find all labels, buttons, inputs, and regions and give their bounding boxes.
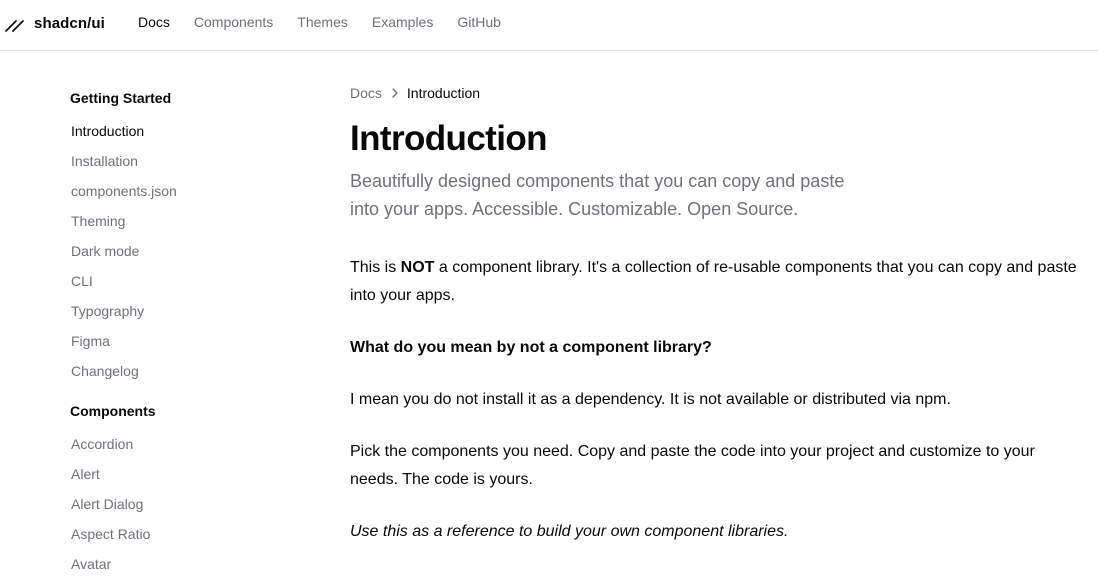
sidebar-list-components: Accordion Alert Alert Dialog Aspect Rati… [70,430,310,580]
sidebar-item-installation[interactable]: Installation [70,153,138,169]
sidebar-section-getting-started: Getting Started [70,90,172,106]
nav-examples[interactable]: Examples [372,13,433,31]
intro-text-after: a component library. It's a collection o… [350,259,1077,304]
sidebar-item-avatar[interactable]: Avatar [70,556,111,572]
sidebar-item-alert-dialog[interactable]: Alert Dialog [70,496,143,512]
site-header: shadcn/ui Docs Components Themes Example… [0,0,1098,51]
sidebar-item-alert[interactable]: Alert [70,466,100,482]
sidebar-item-components-json[interactable]: components.json [70,183,177,199]
intro-paragraph: This is NOT a component library. It's a … [350,254,1080,310]
docs-sidebar: Getting Started Introduction Installatio… [70,51,310,581]
sidebar-item-dark-mode[interactable]: Dark mode [70,243,139,259]
page-title: Introduction [350,119,548,158]
faq-answer-paragraph: I mean you do not install it as a depend… [350,391,951,408]
faq-question: What do you mean by not a component libr… [350,339,712,356]
sidebar-item-typography[interactable]: Typography [70,303,144,319]
nav-components[interactable]: Components [194,13,273,31]
sidebar-item-changelog[interactable]: Changelog [70,363,139,379]
brand-logo-link[interactable]: shadcn/ui [4,12,105,34]
nav-themes[interactable]: Themes [297,13,348,31]
intro-text-before: This is [350,259,401,276]
breadcrumb-current: Introduction [406,85,481,101]
sidebar-item-cli[interactable]: CLI [70,273,93,289]
intro-emphasis: NOT [400,259,435,276]
slash-logo-icon [4,13,24,33]
breadcrumb-docs-link[interactable]: Docs [350,85,382,101]
brand-name: shadcn/ui [34,14,105,32]
reference-note: Use this as a reference to build your ow… [350,523,789,540]
sidebar-section-components: Components [70,403,156,419]
sidebar-item-figma[interactable]: Figma [70,333,110,349]
chevron-right-icon [390,87,400,99]
page-subtitle: Beautifully designed components that you… [350,171,845,219]
sidebar-item-introduction[interactable]: Introduction [70,123,144,139]
sidebar-item-theming[interactable]: Theming [70,213,125,229]
sidebar-item-accordion[interactable]: Accordion [70,436,133,452]
breadcrumb: Docs Introduction [350,84,480,102]
sidebar-list-getting-started: Introduction Installation components.jso… [70,117,310,387]
main-nav: Docs Components Themes Examples GitHub [138,13,525,31]
usage-paragraph: Pick the components you need. Copy and p… [350,443,1035,488]
nav-github[interactable]: GitHub [457,13,501,31]
nav-docs[interactable]: Docs [138,13,170,31]
sidebar-item-aspect-ratio[interactable]: Aspect Ratio [70,526,150,542]
